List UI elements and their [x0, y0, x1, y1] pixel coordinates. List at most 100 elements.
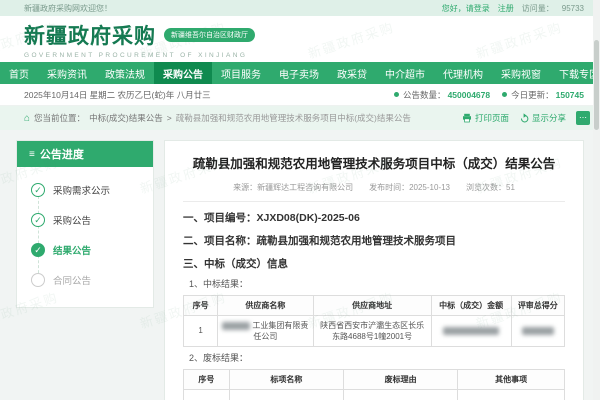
fail-empty-row [184, 389, 565, 400]
award-table: 序号供应商名称供应商地址中标（成交）金额评审总得分 1工业集团有限责任公司陕西省… [183, 295, 565, 347]
publish-time-value: 2025-10-13 [409, 183, 450, 192]
stat-dot-icon [394, 92, 399, 97]
login-link[interactable]: 您好，请登录 [442, 3, 490, 14]
stat-dot-icon [502, 92, 507, 97]
award-column-header: 中标（成交）金额 [431, 295, 511, 315]
scrollbar-thumb[interactable] [594, 40, 599, 130]
content-area: ≡ 公告进度 ✓采购需求公示✓采购公告✓结果公告合同公告 疏勒县加强和规范农用地… [0, 130, 600, 400]
breadcrumb-prefix: 您当前位置： [34, 112, 85, 124]
fail-column-header: 废标理由 [344, 369, 458, 389]
redacted-score [522, 327, 554, 335]
visit-count-value: 95733 [562, 4, 584, 13]
fail-column-header: 其他事项 [458, 369, 565, 389]
share-panel-button[interactable]: ⋯ [576, 111, 590, 125]
print-page-button[interactable]: 打印页面 [462, 112, 509, 124]
nav-item-7[interactable]: 政采贷 [328, 62, 376, 84]
progress-step-active[interactable]: ✓ 结果公告 [17, 235, 153, 265]
visit-count-label: 访问量： [522, 3, 554, 14]
award-cell-supplier: 工业集团有限责任公司 [218, 315, 313, 346]
award-column-header: 供应商地址 [313, 295, 431, 315]
fail-header-row: 序号标项名称废标理由其他事项 [184, 369, 565, 389]
step-label: 采购公告 [53, 213, 91, 227]
project-name-value: 疏勒县加强和规范农用地管理技术服务项目 [257, 235, 457, 247]
section3-heading: 三、中标（成交）信息 [183, 256, 565, 271]
article-meta: 来源：新疆辉达工程咨询有限公司 发布时间：2025-10-13 浏览次数：51 [183, 182, 565, 193]
share-page-button[interactable]: 显示分享 [519, 112, 566, 124]
section1-heading: 一、项目编号： [183, 212, 257, 224]
source-label: 来源： [233, 183, 257, 192]
redacted-supplier-name [222, 322, 250, 330]
fail-result-label: 2、废标结果： [189, 351, 565, 364]
nav-item-8[interactable]: 中介超市 [376, 62, 434, 84]
views-label: 浏览次数： [466, 183, 506, 192]
nav-item-3[interactable]: 政策法规 [96, 62, 154, 84]
nav-item-10[interactable]: 采购视窗 [492, 62, 550, 84]
stat-value: 150745 [556, 90, 584, 100]
site-logo[interactable]: 新疆政府采购 [24, 20, 156, 50]
project-number-value: XJXD08(DK)-2025-06 [257, 212, 360, 224]
fail-column-header: 序号 [184, 369, 230, 389]
award-cell-address: 陕西省西安市浐灞生态区长乐东路4688号1幢2001号 [313, 315, 431, 346]
site-name-english: GOVERNMENT PROCUREMENT OF XINJIANG [24, 52, 255, 59]
page-scrollbar [593, 0, 600, 400]
register-link[interactable]: 注册 [498, 3, 514, 14]
breadcrumb: ⌂ 您当前位置： 中标(成交)结果公告 > 疏勒县加强和规范农用地管理技术服务项… [0, 106, 600, 130]
site-welcome-text: 新疆政府采购网欢迎您！ [24, 3, 112, 14]
breadcrumb-current: 疏勒县加强和规范农用地管理技术服务项目中标(成交)结果公告 [176, 112, 411, 124]
announcement-progress-panel: ≡ 公告进度 ✓采购需求公示✓采购公告✓结果公告合同公告 [16, 140, 154, 308]
stat-label: 今日更新： [511, 89, 554, 101]
award-cell-amount [431, 315, 511, 346]
nav-item-9[interactable]: 代理机构 [434, 62, 492, 84]
award-result-label: 1、中标结果： [189, 277, 565, 290]
views-value: 51 [506, 183, 515, 192]
step-status-icon [31, 273, 45, 287]
section2-heading: 二、项目名称： [183, 235, 257, 247]
award-table-row: 1工业集团有限责任公司陕西省西安市浐灞生态区长乐东路4688号1幢2001号 [184, 315, 565, 346]
nav-item-4[interactable]: 采购公告 [154, 62, 212, 84]
site-header: 新疆政府采购 新疆维吾尔自治区财政厅 GOVERNMENT PROCUREMEN… [0, 16, 600, 62]
date-text: 2025年10月14日 星期二 农历乙巳(蛇)年 八月廿三 [24, 89, 211, 101]
share-page-label: 显示分享 [532, 112, 566, 124]
authority-badge: 新疆维吾尔自治区财政厅 [164, 28, 255, 42]
infobar-stats: 公告数量：450004678 今日更新：150745 [394, 89, 584, 101]
info-bar: 2025年10月14日 星期二 农历乙巳(蛇)年 八月廿三 公告数量：45000… [0, 84, 600, 106]
step-label: 结果公告 [53, 243, 91, 257]
meta-divider [183, 201, 565, 202]
step-status-icon: ✓ [31, 243, 45, 257]
share-icon [519, 113, 529, 123]
stat-value: 450004678 [448, 90, 491, 100]
home-icon: ⌂ [24, 113, 30, 124]
stat-item-2: 今日更新：150745 [502, 89, 584, 101]
main-nav: 首页采购资讯政策法规采购公告项目服务电子卖场政采贷中介超市代理机构采购视窗下载专… [0, 62, 600, 84]
award-header-row: 序号供应商名称供应商地址中标（成交）金额评审总得分 [184, 295, 565, 315]
printer-icon [462, 113, 472, 123]
step-label: 合同公告 [53, 273, 91, 287]
redacted-amount [443, 327, 499, 335]
publish-time-label: 发布时间： [369, 183, 409, 192]
progress-step-done[interactable]: ✓采购公告 [17, 205, 153, 235]
fail-table: 序号标项名称废标理由其他事项 [183, 369, 565, 400]
fail-cell-empty [229, 389, 343, 400]
award-column-header: 序号 [184, 295, 218, 315]
fail-column-header: 标项名称 [229, 369, 343, 389]
source-value: 新疆辉达工程咨询有限公司 [257, 183, 353, 192]
fail-cell-empty [184, 389, 230, 400]
nav-item-2[interactable]: 采购资讯 [38, 62, 96, 84]
fail-cell-empty [458, 389, 565, 400]
nav-item-1[interactable]: 首页 [0, 62, 38, 84]
award-cell-score [511, 315, 564, 346]
nav-item-6[interactable]: 电子卖场 [270, 62, 328, 84]
progress-step-pending[interactable]: 合同公告 [17, 265, 153, 295]
step-status-icon: ✓ [31, 183, 45, 197]
step-label: 采购需求公示 [53, 183, 110, 197]
award-column-header: 供应商名称 [218, 295, 313, 315]
progress-step-done[interactable]: ✓ 采购需求公示 [17, 175, 153, 205]
stat-item-1: 公告数量：450004678 [394, 89, 490, 101]
nav-item-5[interactable]: 项目服务 [212, 62, 270, 84]
top-utility-bar: 新疆政府采购网欢迎您！ 您好，请登录 注册 访问量： 95733 [0, 0, 600, 16]
fail-cell-empty [344, 389, 458, 400]
breadcrumb-section-link[interactable]: 中标(成交)结果公告 [89, 112, 163, 124]
award-cell-no: 1 [184, 315, 218, 346]
progress-panel-title: 公告进度 [40, 146, 84, 162]
print-page-label: 打印页面 [475, 112, 509, 124]
